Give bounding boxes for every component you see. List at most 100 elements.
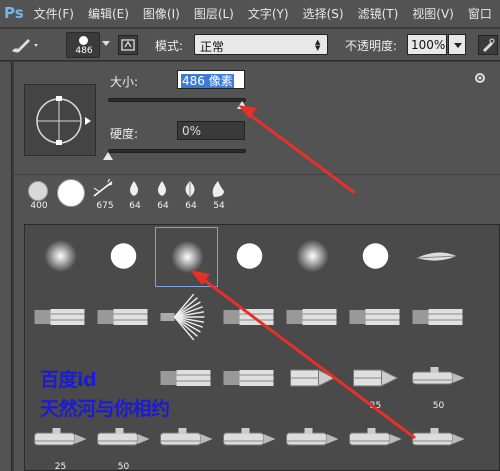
brush-preset-picker[interactable]: 486: [66, 32, 100, 58]
photoshop-logo: Ps: [4, 3, 24, 22]
recent-brush-size: 54: [213, 201, 225, 211]
brush-preset-cell[interactable]: [344, 410, 407, 470]
brush-preset-cell[interactable]: 25: [344, 349, 407, 411]
size-slider-thumb[interactable]: [236, 101, 247, 109]
opacity-label: 不透明度:: [345, 39, 398, 53]
brush-tip-icon: [407, 288, 470, 349]
recent-brush-item[interactable]: 64: [148, 179, 176, 211]
brush-preset-cell[interactable]: [155, 288, 218, 348]
recent-brush-item[interactable]: 675: [90, 177, 118, 211]
brush-tip-icon: [407, 227, 470, 288]
brush-tip-icon: [92, 288, 155, 349]
brush-preset-cell[interactable]: [281, 410, 344, 470]
menu-item[interactable]: 图层(L): [194, 5, 234, 22]
recent-brush-item[interactable]: [56, 179, 86, 211]
brush-size-label: 25: [54, 462, 67, 471]
menu-item[interactable]: 窗口: [468, 5, 492, 22]
brush-tip-icon: [281, 288, 344, 349]
brush-tip-icon: [344, 227, 407, 288]
brush-tip-icon: [281, 349, 344, 410]
brush-tip-icon: [218, 227, 281, 288]
brush-preset-cell[interactable]: [29, 288, 92, 348]
brush-angle-preview[interactable]: [24, 84, 96, 156]
options-bar: 486 模式: 正常 ▲ ▼ 不透明度: 100%: [0, 29, 500, 61]
menu-item[interactable]: 选择(S): [303, 5, 344, 22]
brush-preset-cell[interactable]: [218, 349, 281, 409]
gear-icon[interactable]: [472, 70, 488, 86]
brush-preset-cell[interactable]: [218, 288, 281, 348]
chevron-down-icon[interactable]: [102, 41, 110, 46]
recent-brush-size: 64: [157, 201, 169, 211]
brush-preset-cell[interactable]: 50: [407, 349, 470, 411]
recent-brush-item[interactable]: 64: [176, 179, 204, 211]
recent-brush-item[interactable]: 400: [24, 179, 52, 211]
updown-arrow-icon: ▲ ▼: [315, 38, 321, 52]
hardness-input[interactable]: 0%: [177, 121, 245, 140]
brush-preset-cell[interactable]: [29, 227, 92, 287]
brush-preset-cell[interactable]: [344, 227, 407, 287]
mode-select[interactable]: 正常 ▲ ▼: [194, 34, 328, 55]
airbrush-toggle-icon[interactable]: [478, 35, 498, 55]
brush-tip-icon: [92, 227, 155, 288]
brush-preset-cell[interactable]: [344, 288, 407, 348]
brush-preset-cell[interactable]: [281, 349, 344, 409]
brush-preset-cell[interactable]: [155, 227, 218, 287]
brush-tip-icon: [218, 288, 281, 349]
recent-brush-size: 675: [96, 201, 114, 211]
brush-tip-icon: [218, 349, 281, 410]
size-slider-track[interactable]: [108, 98, 246, 102]
hard-round-icon: [57, 179, 85, 207]
hardness-label: 硬度:: [110, 127, 139, 141]
brush-tip-icon: [407, 410, 470, 470]
brush-panel-toggle-button[interactable]: [118, 35, 138, 55]
recent-brush-size: 400: [30, 201, 48, 211]
brush-size-label: 50: [117, 462, 130, 471]
watermark-line-2: 天然河与你相约: [40, 398, 170, 420]
recent-brush-item[interactable]: 64: [120, 179, 148, 211]
brush-tip-icon: [281, 410, 344, 470]
menu-item[interactable]: 文字(Y): [248, 5, 289, 22]
brush-preset-cell[interactable]: [218, 410, 281, 470]
brush-tip-icon: [156, 228, 219, 289]
brush-preset-cell[interactable]: [92, 227, 155, 287]
menu-item[interactable]: 滤镜(T): [358, 5, 399, 22]
size-label: 大小:: [110, 75, 139, 89]
mode-select-value: 正常: [200, 40, 225, 54]
opacity-input[interactable]: 100%: [407, 34, 447, 55]
menu-bar: Ps 文件(F) 编辑(E) 图像(I) 图层(L) 文字(Y) 选择(S) 滤镜(T) 视图…: [0, 0, 500, 28]
soft-round-icon: [28, 181, 48, 201]
hardness-slider-track[interactable]: [108, 149, 246, 153]
brush-preset-cell[interactable]: [407, 288, 470, 348]
size-input[interactable]: 486 像素: [177, 70, 245, 89]
brush-tip-icon: [29, 227, 92, 288]
recent-brush-size: 64: [129, 201, 141, 211]
brush-tool-icon[interactable]: [8, 35, 42, 55]
hardness-slider-thumb[interactable]: [103, 152, 113, 160]
menu-item[interactable]: 视图(V): [412, 5, 454, 22]
brush-preset-cell[interactable]: [281, 227, 344, 287]
brush-preset-cell[interactable]: [407, 227, 470, 287]
menu-item[interactable]: 编辑(E): [88, 5, 129, 22]
recent-brush-size: 64: [185, 201, 197, 211]
menu-item[interactable]: 文件(F): [34, 5, 74, 22]
brush-tip-icon: [344, 410, 407, 470]
opacity-dropdown-button[interactable]: [448, 34, 466, 55]
menu-item[interactable]: 图像(I): [143, 5, 180, 22]
brush-preset-cell[interactable]: [218, 227, 281, 287]
brush-tip-icon: [79, 36, 88, 45]
brush-tip-icon: [155, 288, 218, 349]
brush-tip-icon: [281, 227, 344, 288]
brush-tip-icon: [218, 410, 281, 470]
brush-size-readout: 486: [75, 46, 93, 56]
left-dock-strip: [0, 62, 12, 471]
size-input-value: 486 像素: [181, 74, 234, 88]
divider: [14, 174, 500, 175]
brush-presets-grid: 25 50 25 50: [24, 224, 500, 471]
brush-preset-cell[interactable]: [407, 410, 470, 470]
brush-preset-cell[interactable]: [92, 288, 155, 348]
brush-preset-cell[interactable]: [281, 288, 344, 348]
brush-tip-icon: [344, 288, 407, 349]
recent-brush-item[interactable]: 54: [204, 179, 232, 211]
watermark-line-1: 百度id: [40, 369, 97, 391]
recent-brushes-row: 400 675 64 64 64 54: [24, 177, 500, 211]
